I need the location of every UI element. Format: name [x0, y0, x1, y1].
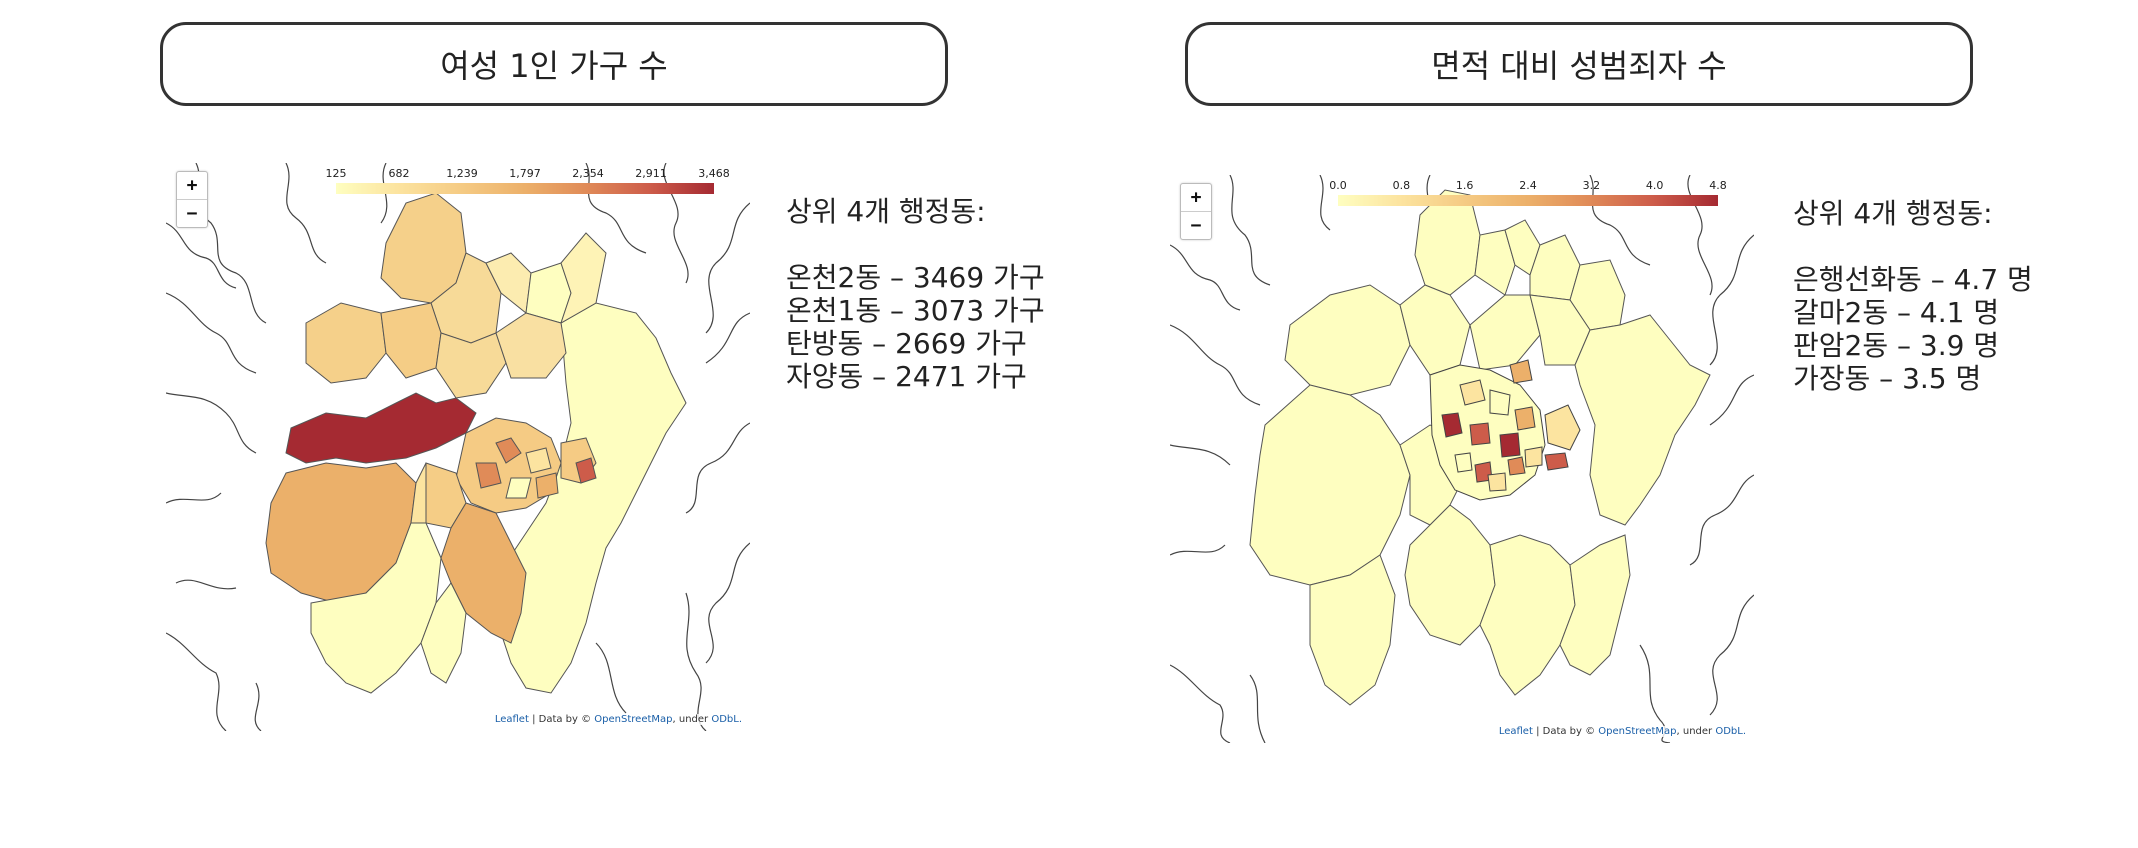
legend-tick: 4.0 [1645, 179, 1664, 192]
ranking-item: 탄방동 – 2669 가구 [786, 327, 1027, 360]
ranking-item: 자양동 – 2471 가구 [786, 360, 1027, 393]
zoom-in-button[interactable]: + [1181, 184, 1211, 211]
top-districts-list-right: 상위 4개 행정동: 은행선화동 – 4.7 명 갈마2동 – 4.1 명 판암… [1793, 197, 2033, 395]
legend-color-scale: 125 682 1,239 1,797 2,354 2,911 3,468 [326, 167, 730, 199]
legend-tick: 2,354 [572, 167, 604, 180]
osm-link[interactable]: OpenStreetMap [1598, 726, 1676, 737]
legend-tick: 0.8 [1392, 179, 1411, 192]
legend-tick: 682 [388, 167, 410, 180]
top-districts-list-left: 상위 4개 행정동: 온천2동 – 3469 가구 온천1동 – 3073 가구… [786, 195, 1045, 393]
zoom-out-button[interactable]: − [177, 199, 207, 227]
attribution-sep: | Data by © [528, 714, 595, 725]
legend-gradient [1338, 195, 1718, 206]
attribution-sep: | Data by © [1532, 726, 1599, 737]
choropleth-map-female-households[interactable]: + − 125 682 1,239 1,797 2,354 2,911 3,46… [166, 163, 750, 731]
top-districts-heading: 상위 4개 행정동: [786, 195, 986, 228]
legend-color-scale: 0.0 0.8 1.6 2.4 3.2 4.0 4.8 [1329, 179, 1727, 211]
legend-gradient [336, 183, 714, 194]
odbl-link[interactable]: ODbL. [711, 714, 742, 725]
legend-tick: 1,797 [509, 167, 541, 180]
leaflet-link[interactable]: Leaflet [1499, 726, 1533, 737]
map-attribution: Leaflet | Data by © OpenStreetMap, under… [492, 714, 744, 725]
ranking-item: 갈마2동 – 4.1 명 [1793, 296, 2000, 329]
ranking-item: 은행선화동 – 4.7 명 [1793, 263, 2033, 296]
legend-tick: 0.0 [1329, 179, 1347, 192]
legend-tick: 1,239 [446, 167, 478, 180]
ranking-item: 온천1동 – 3073 가구 [786, 294, 1045, 327]
zoom-control: + − [176, 171, 208, 228]
attribution-under: , under [1676, 726, 1716, 737]
ranking-item: 가장동 – 3.5 명 [1793, 362, 1982, 395]
zoom-in-button[interactable]: + [177, 172, 207, 199]
zoom-out-button[interactable]: − [1181, 211, 1211, 239]
legend-tick: 1.6 [1455, 179, 1474, 192]
panel-title-text: 여성 1인 가구 수 [440, 47, 668, 85]
legend-tick: 3,468 [698, 167, 730, 180]
legend-tick: 125 [325, 167, 347, 180]
zoom-control: + − [1180, 183, 1212, 240]
legend-tick: 2.4 [1519, 179, 1537, 192]
odbl-link[interactable]: ODbL. [1715, 726, 1746, 737]
choropleth-map-sex-offenders[interactable]: + − 0.0 0.8 1.6 2.4 3.2 4.0 4.8 Leaflet … [1170, 175, 1754, 743]
legend-ticks: 125 682 1,239 1,797 2,354 2,911 3,468 [326, 167, 730, 181]
map-canvas [1170, 175, 1754, 743]
ranking-item: 온천2동 – 3469 가구 [786, 261, 1045, 294]
osm-link[interactable]: OpenStreetMap [594, 714, 672, 725]
panel-title-female-single-households: 여성 1인 가구 수 [160, 22, 948, 106]
top-districts-heading: 상위 4개 행정동: [1793, 197, 1993, 230]
panel-title-sex-offenders-per-area: 면적 대비 성범죄자 수 [1185, 22, 1973, 106]
map-canvas [166, 163, 750, 731]
attribution-under: , under [672, 714, 712, 725]
legend-tick: 4.8 [1709, 179, 1727, 192]
legend-tick: 2,911 [635, 167, 667, 180]
panel-title-text: 면적 대비 성범죄자 수 [1431, 47, 1727, 85]
legend-ticks: 0.0 0.8 1.6 2.4 3.2 4.0 4.8 [1329, 179, 1727, 193]
ranking-item: 판암2동 – 3.9 명 [1793, 329, 2000, 362]
leaflet-link[interactable]: Leaflet [495, 714, 529, 725]
legend-tick: 3.2 [1582, 179, 1601, 192]
map-attribution: Leaflet | Data by © OpenStreetMap, under… [1496, 726, 1748, 737]
